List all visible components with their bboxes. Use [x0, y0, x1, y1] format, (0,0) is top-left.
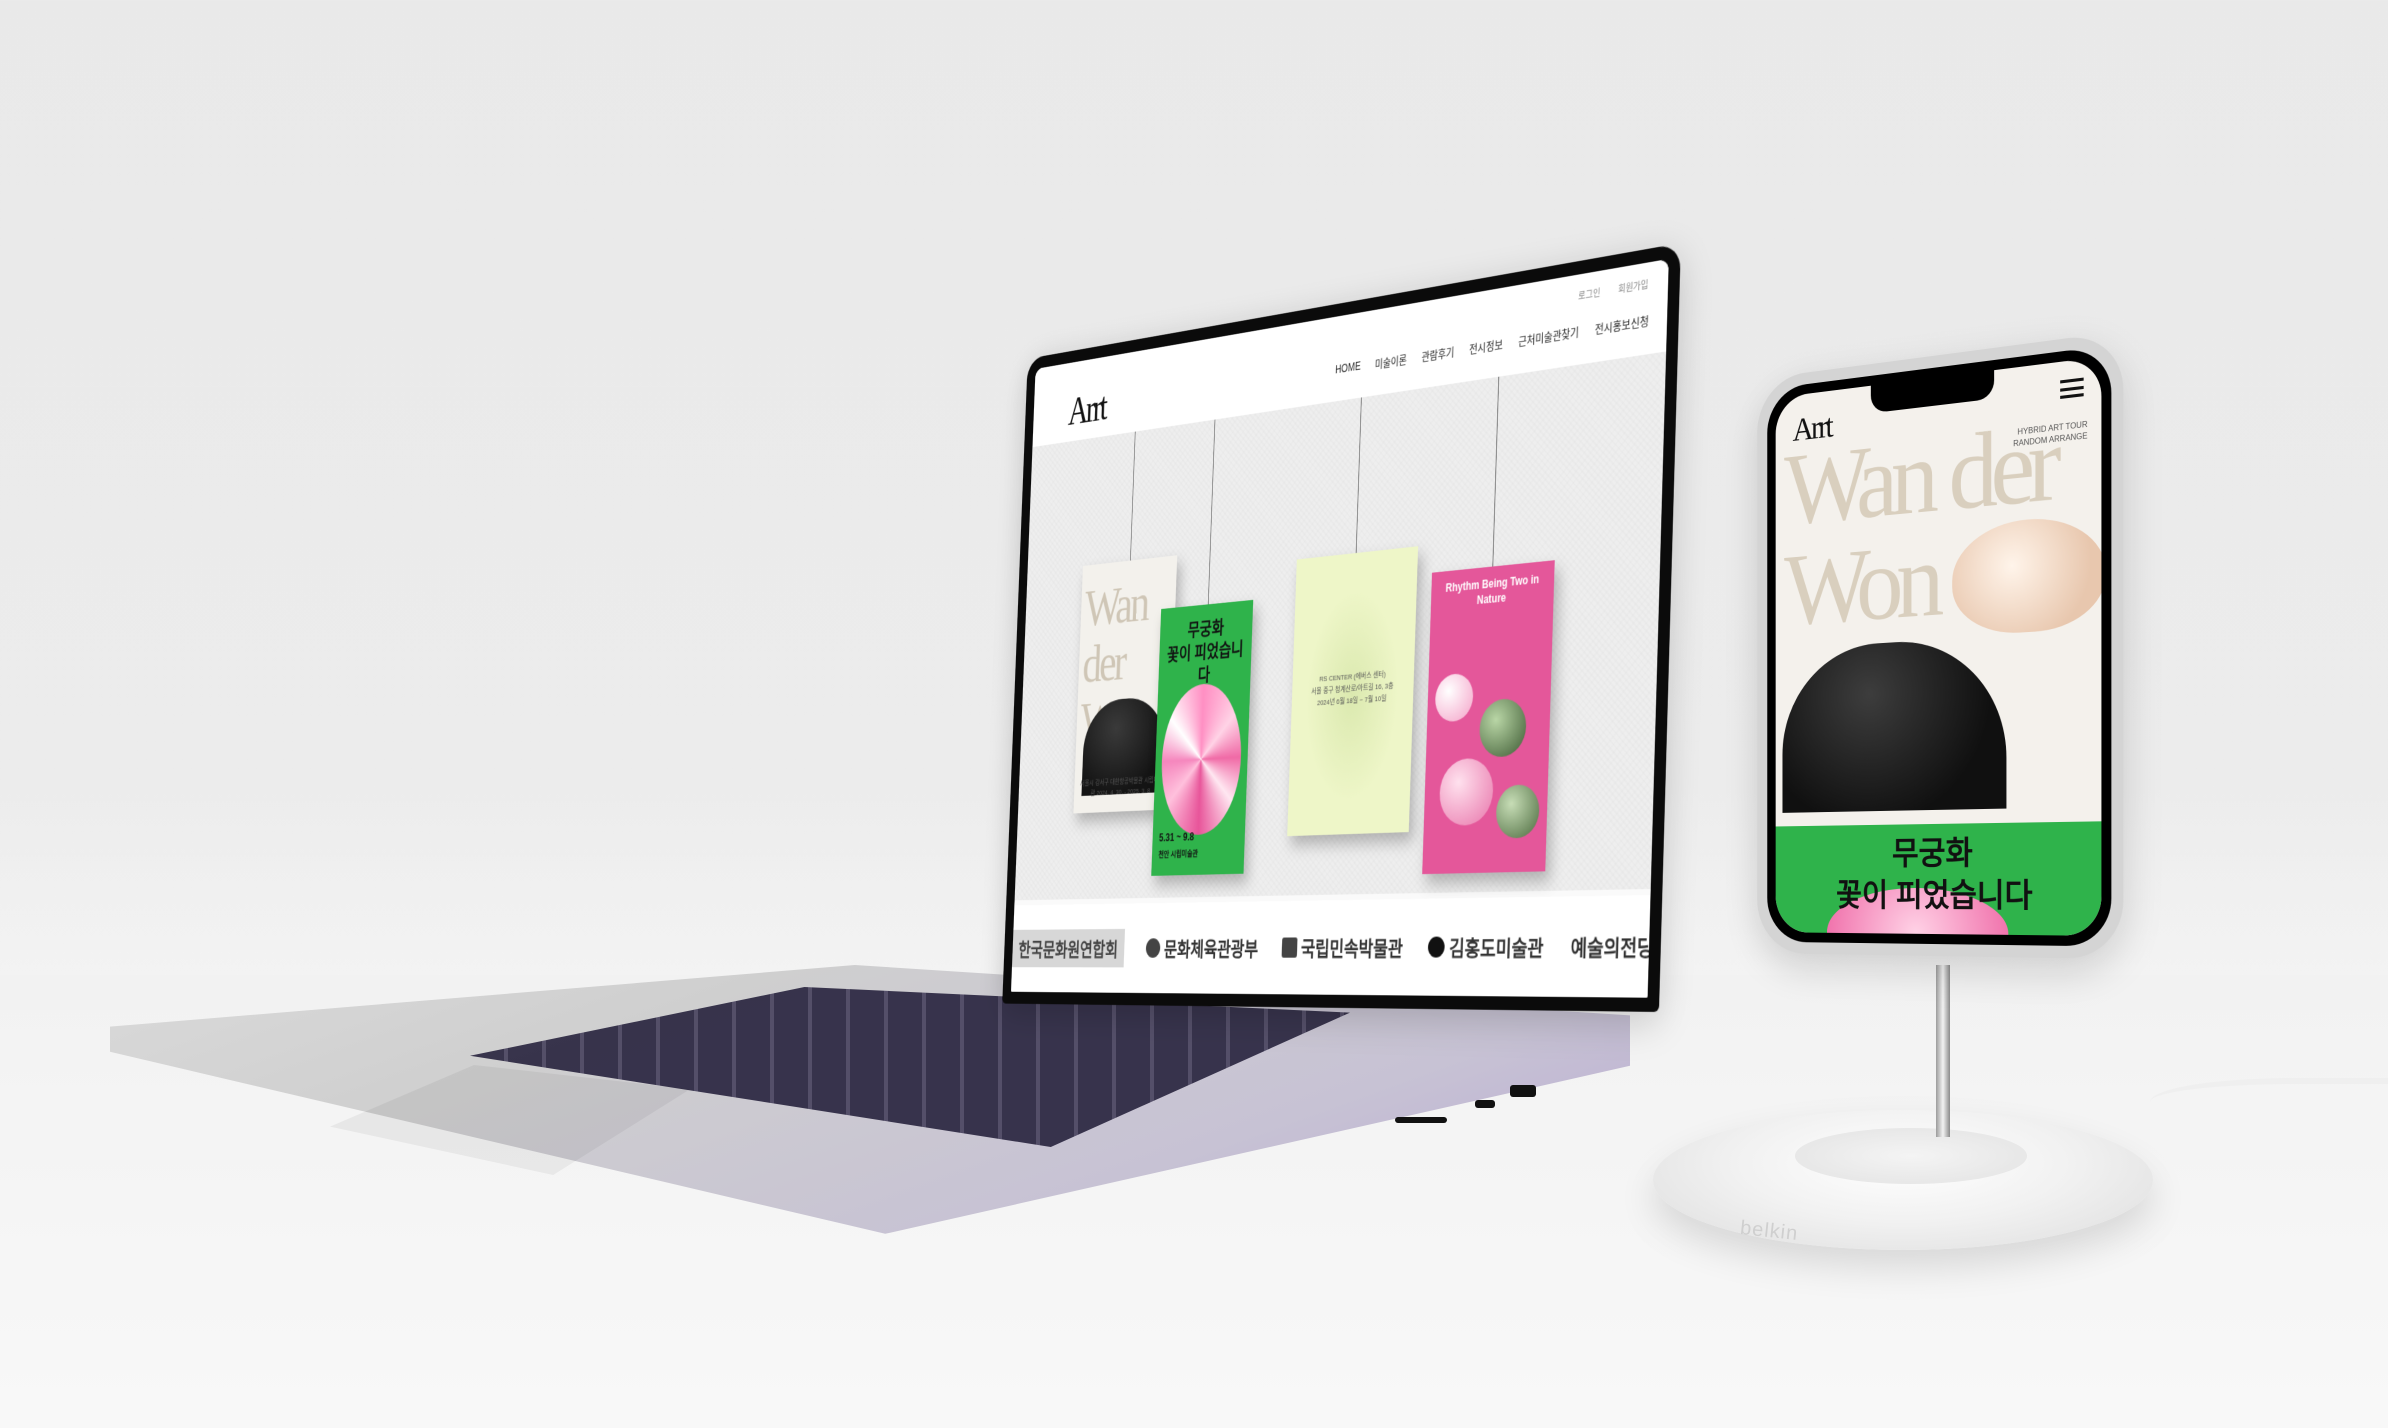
partner-mark-icon	[1281, 937, 1298, 958]
poster-mugunghwa[interactable]: 무궁화 꽃이 피었습니다 5.31 ~ 9.8 천안 시립미술관	[1151, 599, 1254, 876]
phone-body: Arrt Wan der Won HYBRID ART TOUR RANDOM …	[1757, 330, 2124, 960]
phone-bezel: Arrt Wan der Won HYBRID ART TOUR RANDOM …	[1767, 344, 2112, 947]
util-links: 로그인 회원가입	[1578, 276, 1648, 302]
partner-logo[interactable]: 문화체육관광부	[1145, 933, 1259, 962]
stand-pole	[1936, 965, 1950, 1137]
poster-venue: 천안 시립미술관	[1158, 848, 1199, 860]
laptop-screen: Arrt 로그인 회원가입 HOME 미술이론 관람후기 전시정보 근처미술관찾…	[1010, 258, 1669, 998]
partner-name: 김홍도미술관	[1448, 935, 1544, 961]
partner-mark-icon	[1427, 936, 1446, 958]
poster-sphere	[1434, 672, 1474, 723]
partner-logos: 한국문화원연합회 문화체육관광부 국립민속박물관 김홍도미술관 예술의전당	[1010, 895, 1654, 998]
poster-rs-center[interactable]: RS CENTER (에버스 센터) 서울 중구 청계산로/아트길 16, 3층…	[1287, 546, 1419, 837]
poster-graphic	[1159, 680, 1244, 837]
hanging-string	[1492, 376, 1500, 569]
mobile-poster-title: 무궁화 꽃이 피었습니다	[1836, 834, 2033, 914]
poster-banner: Rhythm Being Two in Nature	[1445, 572, 1540, 607]
nav-exhibition-info[interactable]: 전시정보	[1469, 337, 1503, 358]
poster-caption: RS CENTER (에버스 센터) 서울 중구 청계산로/아트길 16, 3층…	[1311, 669, 1394, 708]
phone-screen: Arrt Wan der Won HYBRID ART TOUR RANDOM …	[1775, 356, 2102, 936]
partner-name: 문화체육관광부	[1163, 937, 1259, 961]
hanging-string	[1207, 419, 1216, 607]
partner-name: 국립민속박물관	[1300, 936, 1404, 961]
nav-nearby-museums[interactable]: 근처미술관찾기	[1518, 324, 1579, 350]
nav-promotion-request[interactable]: 전시홍보신청	[1595, 313, 1649, 338]
mobile-hero-shape	[1782, 635, 2007, 813]
phone: Arrt Wan der Won HYBRID ART TOUR RANDOM …	[1757, 330, 2124, 960]
poster-sphere	[1478, 697, 1527, 758]
login-link[interactable]: 로그인	[1578, 284, 1601, 302]
mobile-poster-card[interactable]: 무궁화 꽃이 피었습니다	[1775, 821, 2102, 936]
charger-pad	[1795, 1128, 2027, 1184]
signup-link[interactable]: 회원가입	[1618, 276, 1649, 296]
poster-sphere	[1495, 783, 1541, 839]
partner-logo[interactable]: 한국문화원연합회	[1011, 928, 1125, 968]
poster-sphere	[1438, 757, 1495, 827]
poster-title: 무궁화 꽃이 피었습니다	[1166, 618, 1244, 687]
hanging-string	[1130, 431, 1136, 563]
partner-logo[interactable]: 국립민속박물관	[1281, 932, 1403, 962]
poster-date: 5.31 ~ 9.8	[1158, 830, 1195, 845]
poster-caption: 서울시 강서구 대한항공박물관 시립미술관 2024. 4. 30. - 202…	[1079, 775, 1164, 798]
site-logo[interactable]: Arrt	[1067, 384, 1106, 435]
nav-reviews[interactable]: 관람후기	[1421, 344, 1454, 365]
hamburger-menu-icon[interactable]	[2060, 377, 2084, 399]
phone-notch	[1870, 370, 1995, 414]
usb-c-port	[1475, 1100, 1495, 1108]
partner-logo[interactable]: 예술의전당	[1570, 930, 1654, 962]
hanging-string	[1355, 397, 1362, 555]
nav-art-theory[interactable]: 미술이론	[1375, 352, 1407, 373]
poster-rhythm[interactable]: Rhythm Being Two in Nature	[1422, 560, 1555, 875]
partner-mark-icon	[1145, 938, 1161, 958]
partner-logo[interactable]: 김홍도미술관	[1427, 931, 1544, 962]
sd-slot	[1395, 1117, 1447, 1123]
laptop-base	[110, 965, 1630, 1265]
nav-home[interactable]: HOME	[1335, 359, 1361, 378]
hdmi-port	[1510, 1085, 1536, 1097]
laptop-screen-bezel: Arrt 로그인 회원가입 HOME 미술이론 관람후기 전시정보 근처미술관찾…	[1002, 243, 1681, 1012]
